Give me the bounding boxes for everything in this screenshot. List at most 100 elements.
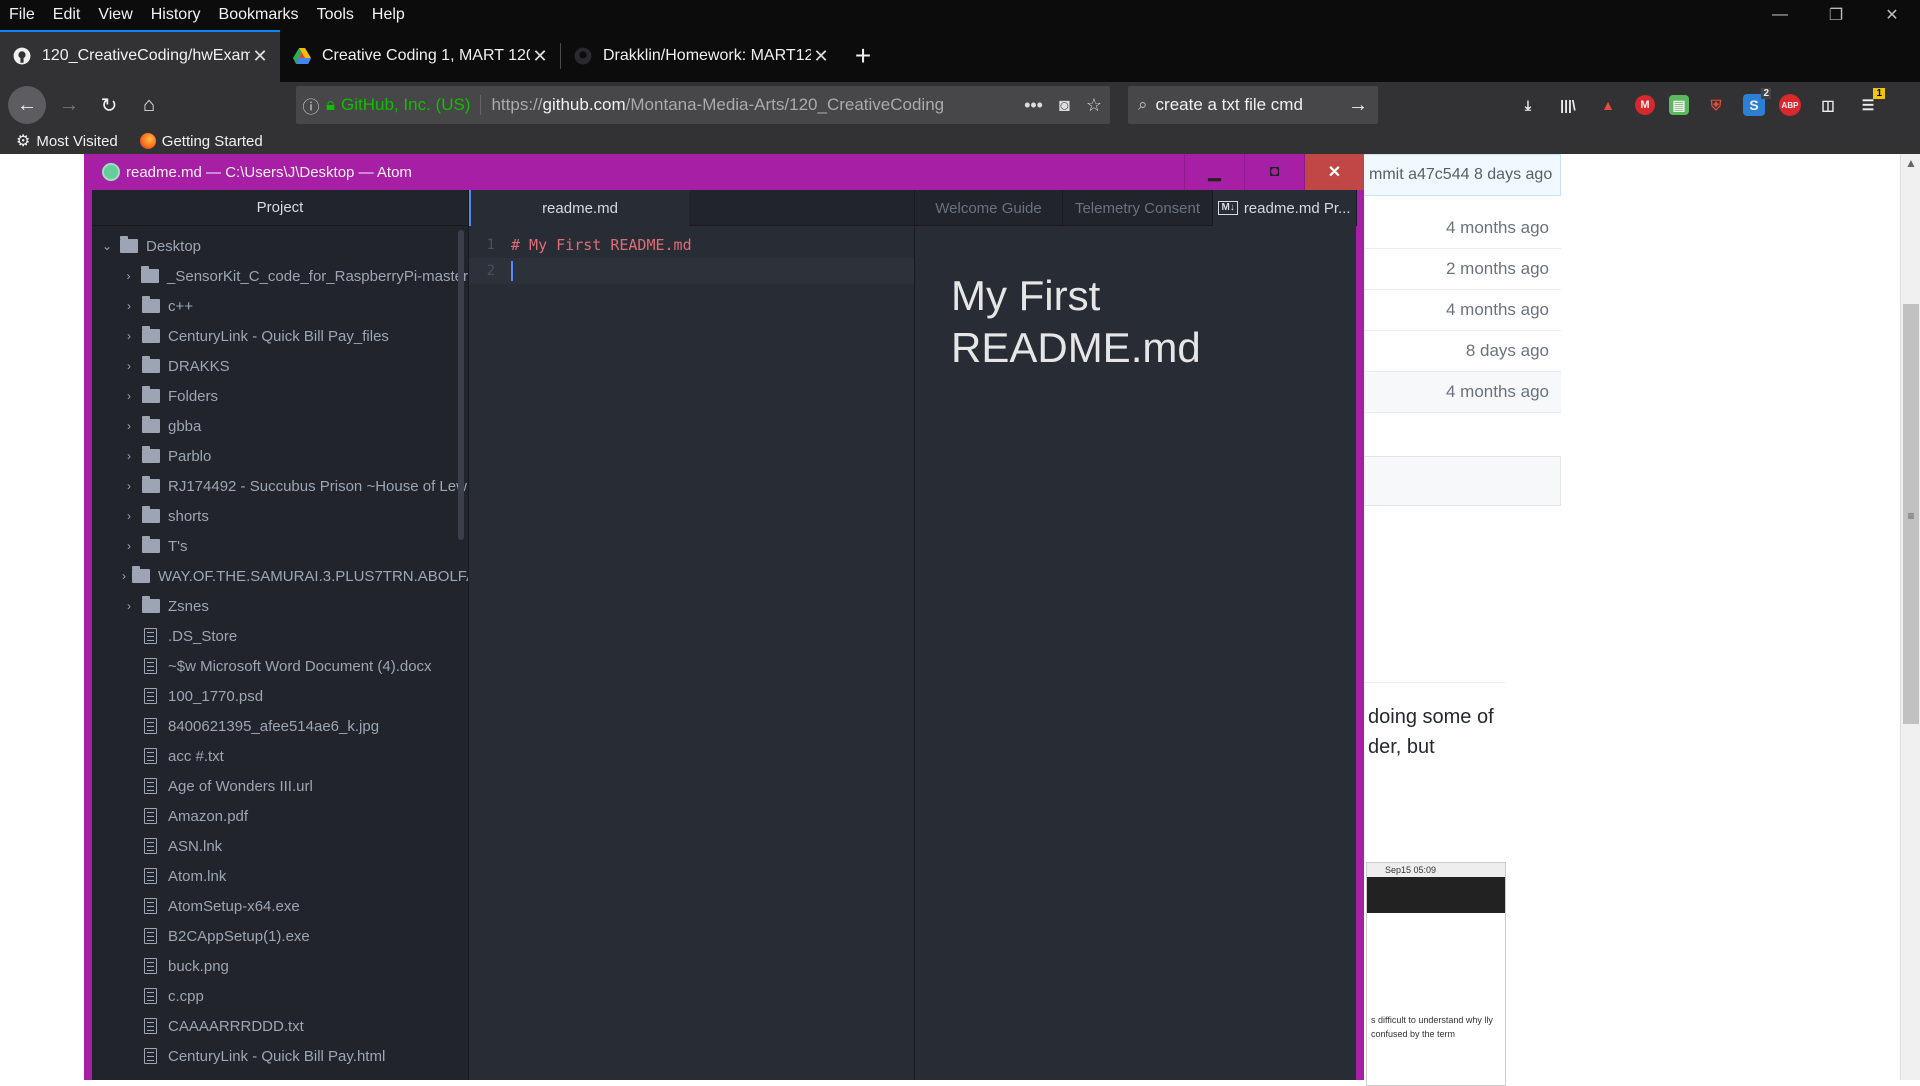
tree-file[interactable]: 8400621395_afee514ae6_k.jpg — [92, 711, 468, 741]
search-input[interactable]: create a txt file cmd — [1156, 95, 1303, 115]
site-identity[interactable]: GitHub, Inc. (US) — [341, 95, 482, 115]
tab-bar: 120_CreativeCoding/hwExampl ✕ Creative C… — [0, 30, 1920, 82]
menu-tools[interactable]: Tools — [308, 0, 363, 30]
adblock-icon[interactable]: ABP — [1779, 94, 1801, 116]
tree-folder[interactable]: › RJ174492 - Succubus Prison ~House of Le… — [92, 471, 468, 501]
menu-bookmarks[interactable]: Bookmarks — [210, 0, 308, 30]
tree-folder[interactable]: › DRAKKS — [92, 351, 468, 381]
close-tab-icon[interactable]: ✕ — [530, 46, 550, 67]
tree-file[interactable]: acc #.txt — [92, 741, 468, 771]
tree-file[interactable]: buck.png — [92, 951, 468, 981]
tree-folder[interactable]: › gbba — [92, 411, 468, 441]
screenshot-menubar: Sep15 05:09 — [1367, 863, 1505, 877]
menu-file[interactable]: File — [0, 0, 44, 30]
tree-file[interactable]: CAAAARRRDDD.txt — [92, 1011, 468, 1041]
url-text[interactable]: https://github.com/Montana-Media-Arts/12… — [481, 95, 981, 115]
tree-item-label: .DS_Store — [168, 627, 238, 645]
home-button[interactable]: ⌂ — [132, 88, 166, 122]
url-bar[interactable]: ⓘ 🔒︎ GitHub, Inc. (US) https://github.co… — [296, 86, 1110, 124]
tree-scrollbar[interactable] — [458, 230, 464, 540]
code-text: # My First README.md — [511, 236, 692, 254]
atom-minimize-button[interactable]: ▁ — [1184, 154, 1244, 190]
tree-file[interactable]: Amazon.pdf — [92, 801, 468, 831]
tree-folder[interactable]: › CenturyLink - Quick Bill Pay_files — [92, 321, 468, 351]
pocket-icon[interactable]: ◙ — [1059, 95, 1070, 116]
shield-icon[interactable]: ⛨ — [1703, 92, 1729, 118]
sidebar-icon[interactable]: ◫ — [1815, 92, 1841, 118]
text-editor-pane[interactable]: readme.md 1 # My First README.md 2 — [468, 190, 915, 1080]
tree-file[interactable]: 100_1770.psd — [92, 681, 468, 711]
tree-folder[interactable]: › T's — [92, 531, 468, 561]
tree-folder[interactable]: › Zsnes — [92, 591, 468, 621]
minimize-button[interactable]: — — [1752, 0, 1808, 30]
tab-title: Creative Coding 1, MART 120 | d — [322, 47, 530, 64]
file-icon — [144, 838, 157, 854]
search-go-icon[interactable]: → — [1348, 94, 1368, 117]
atom-maximize-button[interactable]: ◘ — [1244, 154, 1304, 190]
tree-folder[interactable]: › WAY.OF.THE.SAMURAI.3.PLUS7TRN.ABOLFA — [92, 561, 468, 591]
tree-folder[interactable]: › shorts — [92, 501, 468, 531]
code-line[interactable]: 1 # My First README.md — [469, 232, 915, 258]
project-tab[interactable]: Project — [92, 190, 468, 226]
bookmark-most-visited[interactable]: ⚙ Most Visited — [16, 131, 118, 151]
atom-close-button[interactable]: ✕ — [1304, 154, 1364, 190]
tree-item-label: Amazon.pdf — [168, 807, 249, 825]
atom-titlebar[interactable]: readme.md — C:\Users\J\Desktop — Atom ▁ … — [84, 154, 1364, 190]
bookmark-star-icon[interactable]: ☆ — [1086, 95, 1102, 116]
tree-root-desktop[interactable]: ⌄ Desktop — [92, 231, 468, 261]
tree-file[interactable]: ~$w Microsoft Word Document (4).docx — [92, 651, 468, 681]
print-icon[interactable]: ▤ — [1669, 95, 1689, 115]
s2-icon[interactable]: S2 — [1743, 88, 1771, 116]
latest-commit-bar[interactable]: mmit a47c544 8 days ago — [1330, 154, 1561, 196]
tree-file[interactable]: .DS_Store — [92, 621, 468, 651]
library-icon[interactable]: |||\ — [1555, 92, 1581, 118]
tree-folder[interactable]: › Parblo — [92, 441, 468, 471]
page-scrollbar[interactable]: ▲ ≡ — [1900, 154, 1920, 1080]
tree-file[interactable]: AtomSetup-x64.exe — [92, 891, 468, 921]
tab-drakklin-homework[interactable]: Drakklin/Homework: MART120 ✕ — [561, 30, 841, 82]
bookmark-getting-started[interactable]: Getting Started — [139, 133, 263, 150]
tab-github-hw-example[interactable]: 120_CreativeCoding/hwExampl ✕ — [0, 30, 280, 82]
reload-button[interactable]: ↻ — [92, 88, 126, 122]
search-bar[interactable]: ⌕ create a txt file cmd → — [1128, 86, 1378, 124]
info-icon[interactable]: ⓘ — [296, 93, 326, 118]
menu-help[interactable]: Help — [363, 0, 414, 30]
new-tab-button[interactable]: + — [841, 30, 885, 82]
tree-file[interactable]: B2CAppSetup(1).exe — [92, 921, 468, 951]
file-icon — [144, 688, 157, 704]
tree-file[interactable]: CenturyLink - Quick Bill Pay.html — [92, 1041, 468, 1071]
tab-telemetry-consent[interactable]: Telemetry Consent — [1063, 190, 1213, 226]
close-tab-icon[interactable]: ✕ — [250, 46, 270, 67]
tab-readme-preview[interactable]: M↓ readme.md Pr... — [1213, 190, 1357, 226]
tree-folder[interactable]: › _SensorKit_C_code_for_RaspberryPi-maste… — [92, 261, 468, 291]
tab-welcome-guide[interactable]: Welcome Guide — [915, 190, 1063, 226]
tree-file[interactable]: ASN.lnk — [92, 831, 468, 861]
menu-history[interactable]: History — [142, 0, 210, 30]
mega-icon[interactable]: M — [1635, 95, 1655, 115]
atom-window: readme.md — C:\Users\J\Desktop — Atom ▁ … — [84, 154, 1364, 1080]
markdown-preview-pane: Welcome Guide Telemetry Consent M↓ readm… — [914, 190, 1357, 1080]
menu-view[interactable]: View — [89, 0, 141, 30]
folder-icon — [132, 566, 150, 583]
menu-edit[interactable]: Edit — [44, 0, 90, 30]
tab-creative-coding[interactable]: Creative Coding 1, MART 120 | d ✕ — [280, 30, 560, 82]
tree-item-label: shorts — [168, 507, 209, 525]
back-button[interactable]: ← — [8, 86, 46, 124]
tab-readme-md[interactable]: readme.md — [469, 190, 689, 226]
close-window-button[interactable]: ✕ — [1864, 0, 1920, 30]
download-icon[interactable]: ⤓ — [1515, 92, 1541, 118]
close-tab-icon[interactable]: ✕ — [811, 46, 831, 67]
code-line-current[interactable]: 2 — [469, 258, 915, 284]
page-actions-icon[interactable]: ••• — [1024, 95, 1043, 116]
tree-file[interactable]: Age of Wonders III.url — [92, 771, 468, 801]
restore-button[interactable]: ❐ — [1808, 0, 1864, 30]
tree-folder[interactable]: › Folders — [92, 381, 468, 411]
tree-file[interactable]: c.cpp — [92, 981, 468, 1011]
window-controls: — ❐ ✕ — [1752, 0, 1920, 30]
tree-file[interactable]: Atom.lnk — [92, 861, 468, 891]
forward-button[interactable]: → — [52, 88, 86, 122]
pdf-icon[interactable]: ▲ — [1595, 92, 1621, 118]
hamburger-menu-icon[interactable]: ☰ 1 — [1855, 88, 1885, 118]
scroll-up-arrow-icon[interactable]: ▲ — [1901, 156, 1920, 170]
tree-folder[interactable]: › c++ — [92, 291, 468, 321]
